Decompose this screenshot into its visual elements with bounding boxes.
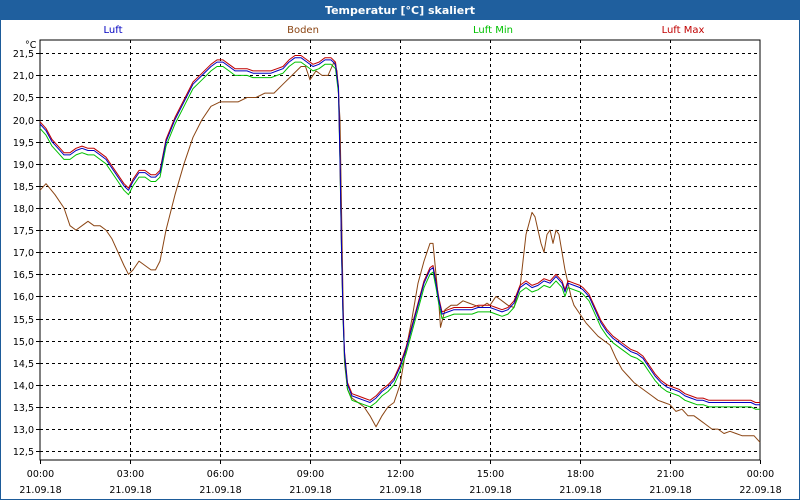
y-tick-label: 15,5 — [13, 315, 34, 326]
tick-layer: 12,5 13,0 13,5 14,0 14,5 15,0 15,5 16,0 16,5 17,0… — [13, 49, 782, 496]
y-tick-label: 20,0 — [13, 116, 34, 127]
x-tick-time-label: 21:00 — [657, 469, 684, 480]
grid-layer — [40, 40, 760, 460]
x-tick-time-label: 03:00 — [117, 469, 144, 480]
y-tick-label: 14,0 — [13, 381, 34, 392]
y-tick-label: 15,0 — [13, 337, 34, 348]
x-tick-date-label: 21.09.18 — [109, 485, 151, 496]
x-tick-time-label: 09:00 — [297, 469, 324, 480]
x-tick-time-label: 12:00 — [387, 469, 414, 480]
y-tick-label: 21,5 — [13, 49, 34, 60]
x-tick-time-label: 06:00 — [207, 469, 234, 480]
x-tick-date-label: 22.09.18 — [739, 485, 781, 496]
y-tick-label: 17,5 — [13, 226, 34, 237]
temperature-chart: °C 12,513,013,514,014,515,015,516,016,51… — [13, 39, 782, 496]
y-tick-label: 19,5 — [13, 138, 34, 149]
y-tick-label: 13,5 — [13, 403, 34, 414]
y-tick-label: 14,5 — [13, 359, 34, 370]
y-tick-label: 16,5 — [13, 270, 34, 281]
y-tick-label: 17,0 — [13, 248, 34, 259]
x-tick-date-label: 21.09.18 — [469, 485, 511, 496]
x-tick-date-label: 21.09.18 — [289, 485, 331, 496]
x-tick-date-label: 21.09.18 — [199, 485, 241, 496]
x-tick-date-label: 21.09.18 — [19, 485, 61, 496]
y-tick-label: 18,0 — [13, 204, 34, 215]
y-tick-label: 18,5 — [13, 182, 34, 193]
y-tick-label: 21,0 — [13, 71, 34, 82]
y-tick-label: 19,0 — [13, 160, 34, 171]
y-tick-label: 13,0 — [13, 425, 34, 436]
y-tick-label: 20,5 — [13, 93, 34, 104]
x-tick-date-label: 21.09.18 — [649, 485, 691, 496]
x-tick-time-label: 00:00 — [27, 469, 54, 480]
y-tick-label: 16,0 — [13, 292, 34, 303]
y-tick-label: 12,5 — [13, 447, 34, 458]
x-tick-date-label: 21.09.18 — [559, 485, 601, 496]
x-tick-time-label: 18:00 — [567, 469, 594, 480]
x-tick-time-label: 15:00 — [477, 469, 504, 480]
x-tick-date-label: 21.09.18 — [379, 485, 421, 496]
x-tick-time-label: 00:00 — [747, 469, 774, 480]
